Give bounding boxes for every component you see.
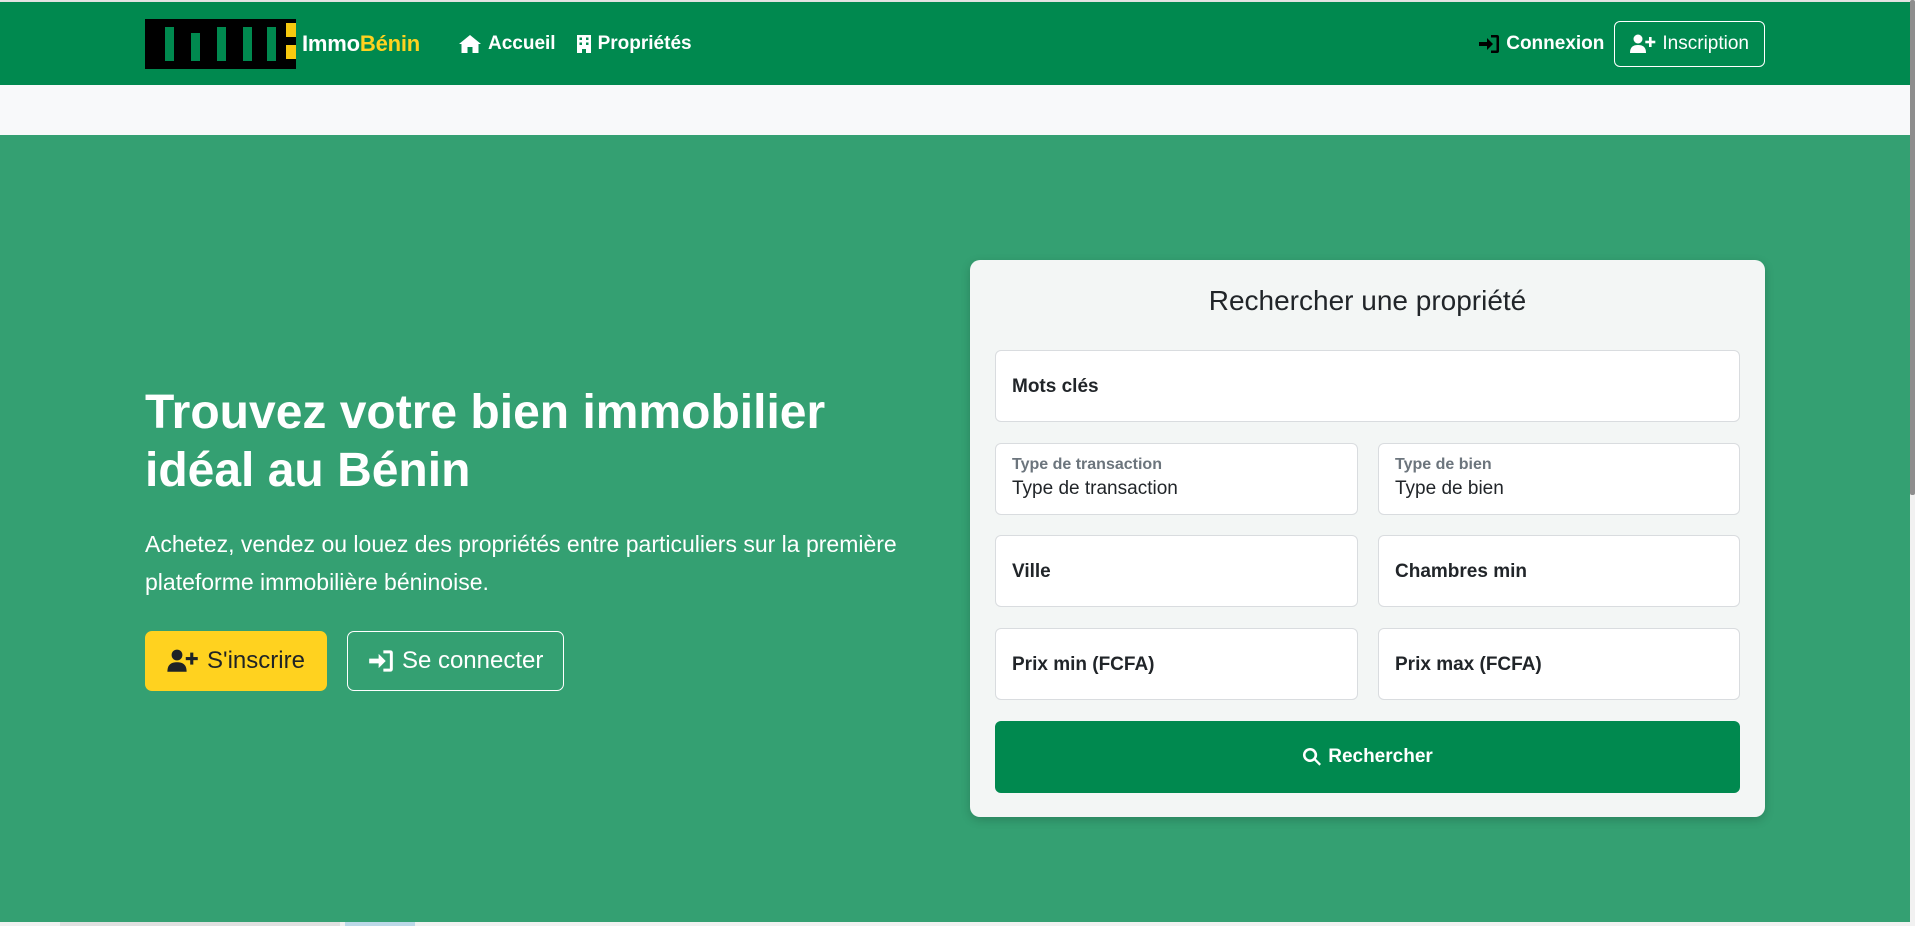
brand-name-accent: Bénin bbox=[359, 31, 420, 56]
nav-links: Accueil Propriétés bbox=[458, 2, 692, 85]
nav-link-home[interactable]: Accueil bbox=[458, 33, 556, 55]
signup-label: S'inscrire bbox=[207, 647, 305, 674]
brand-name: ImmoBénin bbox=[302, 31, 420, 57]
city-label: Ville bbox=[1012, 561, 1051, 582]
keywords-field[interactable]: Mots clés bbox=[995, 350, 1740, 422]
building-icon bbox=[576, 34, 591, 53]
signin-label: Se connecter bbox=[401, 647, 544, 674]
search-submit-button[interactable]: Rechercher bbox=[995, 721, 1740, 793]
hero-subtitle: Achetez, vendez ou louez des propriétés … bbox=[145, 531, 897, 595]
user-plus-icon bbox=[1630, 34, 1656, 53]
sign-in-icon bbox=[369, 650, 393, 672]
property-type-label: Type de bien bbox=[1395, 456, 1492, 473]
price-max-label: Prix max (FCFA) bbox=[1395, 654, 1542, 675]
sign-in-icon bbox=[1479, 34, 1500, 53]
price-min-label: Prix min (FCFA) bbox=[1012, 654, 1155, 675]
bedrooms-field[interactable]: Chambres min bbox=[1378, 535, 1740, 607]
transaction-type-select[interactable]: Type de transaction Type de transaction bbox=[995, 443, 1358, 515]
transaction-type-value: Type de transaction bbox=[1012, 478, 1178, 499]
nav-auth: Connexion Inscription bbox=[1478, 2, 1765, 85]
login-link[interactable]: Connexion bbox=[1478, 33, 1604, 55]
register-label: Inscription bbox=[1662, 32, 1749, 54]
transaction-type-label: Type de transaction bbox=[1012, 456, 1162, 473]
hero-title: Trouvez votre bien immobilier idéal au B… bbox=[145, 386, 826, 497]
announcement-strip bbox=[0, 85, 1910, 135]
property-type-select[interactable]: Type de bien Type de bien bbox=[1378, 443, 1740, 515]
city-field[interactable]: Ville bbox=[995, 535, 1358, 607]
nav-link-properties[interactable]: Propriétés bbox=[576, 33, 692, 55]
brand-name-primary: Immo bbox=[302, 31, 360, 56]
signup-button[interactable]: S'inscrire bbox=[145, 631, 327, 691]
home-icon bbox=[459, 34, 481, 53]
search-icon bbox=[1303, 747, 1322, 766]
nav-link-properties-label: Propriétés bbox=[597, 32, 692, 54]
price-max-field[interactable]: Prix max (FCFA) bbox=[1378, 628, 1740, 700]
register-button[interactable]: Inscription bbox=[1614, 20, 1765, 67]
building-logo-icon bbox=[145, 19, 296, 69]
hero-actions: S'inscrire Se connecter bbox=[145, 631, 565, 691]
bedrooms-label: Chambres min bbox=[1395, 561, 1527, 582]
price-min-field[interactable]: Prix min (FCFA) bbox=[995, 628, 1358, 700]
keywords-label: Mots clés bbox=[1012, 376, 1099, 397]
user-plus-icon bbox=[167, 649, 198, 672]
search-card-title: Rechercher une propriété bbox=[1208, 285, 1527, 316]
scrollbar-thumb[interactable] bbox=[1910, 0, 1915, 495]
search-submit-label: Rechercher bbox=[1328, 746, 1433, 767]
login-label: Connexion bbox=[1506, 32, 1605, 54]
brand[interactable]: ImmoBénin bbox=[145, 18, 420, 70]
nav-link-home-label: Accueil bbox=[488, 32, 556, 54]
search-card: Rechercher une propriété Mots clés Type … bbox=[970, 260, 1765, 817]
property-type-value: Type de bien bbox=[1395, 478, 1504, 499]
navbar: ImmoBénin Accueil Propriétés Connexion I… bbox=[0, 2, 1910, 85]
page-scrollbar[interactable] bbox=[1910, 0, 1915, 926]
page-bottom-edge bbox=[0, 922, 1915, 926]
signin-button[interactable]: Se connecter bbox=[346, 631, 565, 691]
